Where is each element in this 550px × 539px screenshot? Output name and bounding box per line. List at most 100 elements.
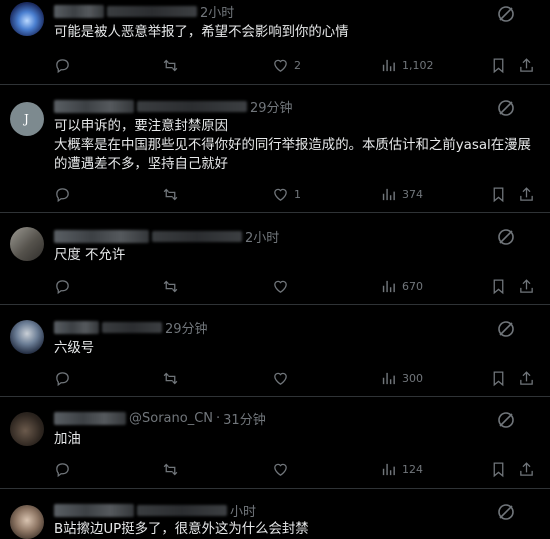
retweet-icon <box>163 280 178 292</box>
share-icon <box>520 461 533 476</box>
avatar[interactable]: J <box>10 102 44 136</box>
tweet-text: B站擦边UP挺多了，很意外这为什么会封禁 <box>54 522 309 537</box>
display-name[interactable] <box>54 4 104 18</box>
tweet-text: 可以申诉的，要注意封禁原因 大概率是在中国那些见不得你好的同行举报造成的。本质估… <box>54 119 531 172</box>
tweet-header: @Sorano_CN · 31分钟 <box>54 409 266 428</box>
retweet-icon <box>163 463 178 475</box>
share-button[interactable] <box>518 275 535 297</box>
view-count: 300 <box>402 371 423 385</box>
action-bar: 1 374 <box>54 183 544 205</box>
tweet-text: 可能是被人恶意举报了，希望不会影响到你的心情 <box>54 25 349 40</box>
share-button[interactable] <box>518 54 535 76</box>
reply-button[interactable] <box>54 183 71 205</box>
tweet-text: 加油 <box>54 432 81 447</box>
like-button[interactable] <box>272 275 289 297</box>
share-button[interactable] <box>518 183 535 205</box>
tweet-3[interactable]: 2小时 尺度 不允许 670 <box>0 213 550 305</box>
retweet-icon <box>163 59 178 71</box>
more-icon[interactable] <box>496 502 516 522</box>
retweet-button[interactable] <box>162 275 179 297</box>
views-icon <box>382 59 395 71</box>
retweet-icon <box>163 372 178 384</box>
retweet-button[interactable] <box>162 458 179 480</box>
views-button[interactable]: 670 <box>380 275 423 297</box>
view-count: 1,102 <box>402 58 434 72</box>
username[interactable] <box>137 504 227 516</box>
username[interactable] <box>137 100 247 112</box>
share-button[interactable] <box>518 458 535 480</box>
bookmark-button[interactable] <box>490 183 507 205</box>
username[interactable] <box>152 230 242 242</box>
username[interactable] <box>102 321 162 333</box>
reply-button[interactable] <box>54 458 71 480</box>
reply-button[interactable] <box>54 275 71 297</box>
tweet-text: 尺度 不允许 <box>54 248 126 263</box>
like-icon <box>274 188 287 201</box>
tweet-text: 六级号 <box>54 341 95 356</box>
views-button[interactable]: 124 <box>380 458 423 480</box>
display-name[interactable] <box>54 503 134 517</box>
like-count: 2 <box>294 58 301 72</box>
share-icon <box>520 186 533 201</box>
views-button[interactable]: 300 <box>380 367 423 389</box>
more-icon[interactable] <box>496 4 516 24</box>
tweet-4[interactable]: 29分钟 六级号 300 <box>0 305 550 397</box>
views-button[interactable]: 374 <box>380 183 423 205</box>
username[interactable]: @Sorano_CN <box>129 411 213 426</box>
avatar[interactable] <box>10 227 44 261</box>
retweet-button[interactable] <box>162 183 179 205</box>
views-button[interactable]: 1,102 <box>380 54 434 76</box>
timestamp[interactable]: 29分钟 <box>165 318 208 337</box>
display-name[interactable] <box>54 320 99 334</box>
tweet-6[interactable]: 小时 B站擦边UP挺多了，很意外这为什么会封禁 <box>0 489 550 539</box>
view-count: 124 <box>402 462 423 476</box>
avatar[interactable] <box>10 2 44 36</box>
username[interactable] <box>107 5 197 17</box>
tweet-2[interactable]: J 29分钟 可以申诉的，要注意封禁原因 大概率是在中国那些见不得你好的同行举报… <box>0 85 550 213</box>
reply-icon <box>56 58 69 73</box>
display-name[interactable] <box>54 411 126 425</box>
share-button[interactable] <box>518 367 535 389</box>
bookmark-button[interactable] <box>490 275 507 297</box>
reply-button[interactable] <box>54 54 71 76</box>
more-icon[interactable] <box>496 410 516 430</box>
timestamp[interactable]: 31分钟 <box>223 409 266 428</box>
action-bar: 124 <box>54 458 544 480</box>
display-name[interactable] <box>54 229 149 243</box>
more-icon[interactable] <box>496 319 516 339</box>
avatar[interactable] <box>10 320 44 354</box>
bookmark-button[interactable] <box>490 367 507 389</box>
like-button[interactable]: 2 <box>272 54 301 76</box>
more-icon[interactable] <box>496 227 516 247</box>
retweet-button[interactable] <box>162 54 179 76</box>
like-icon <box>274 280 287 293</box>
timestamp[interactable]: 29分钟 <box>250 97 293 116</box>
display-name[interactable] <box>54 99 134 113</box>
bookmark-icon <box>493 57 504 73</box>
retweet-icon <box>163 188 178 200</box>
like-icon <box>274 59 287 72</box>
bookmark-icon <box>493 278 504 294</box>
like-button[interactable]: 1 <box>272 183 301 205</box>
action-bar: 300 <box>54 367 544 389</box>
reply-button[interactable] <box>54 367 71 389</box>
like-count: 1 <box>294 187 301 201</box>
like-button[interactable] <box>272 367 289 389</box>
timestamp[interactable]: 2小时 <box>200 2 234 21</box>
share-icon <box>520 57 533 72</box>
tweet-5[interactable]: @Sorano_CN · 31分钟 加油 124 <box>0 397 550 489</box>
like-icon <box>274 463 287 476</box>
timestamp[interactable]: 小时 <box>230 501 256 520</box>
bookmark-icon <box>493 370 504 386</box>
tweet-1[interactable]: 2小时 可能是被人恶意举报了，希望不会影响到你的心情 2 1,102 <box>0 0 550 85</box>
retweet-button[interactable] <box>162 367 179 389</box>
action-bar: 670 <box>54 275 544 297</box>
separator: · <box>216 410 221 426</box>
avatar[interactable] <box>10 412 44 446</box>
bookmark-button[interactable] <box>490 54 507 76</box>
more-icon[interactable] <box>496 98 516 118</box>
bookmark-button[interactable] <box>490 458 507 480</box>
avatar[interactable] <box>10 505 44 539</box>
like-button[interactable] <box>272 458 289 480</box>
timestamp[interactable]: 2小时 <box>245 227 279 246</box>
